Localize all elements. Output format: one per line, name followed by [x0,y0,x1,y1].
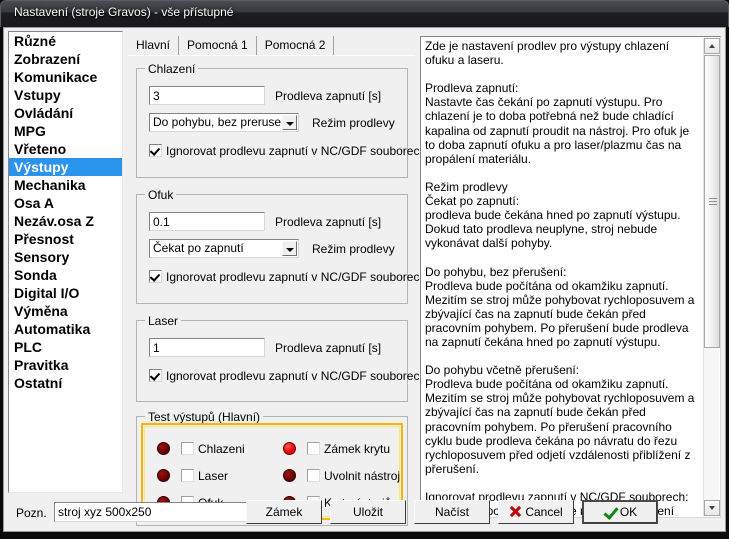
ofuk-mode-combo[interactable]: Čekat po zapnutí [149,239,299,258]
group-chlazeni-label: Chlazení [145,62,199,76]
tab-2[interactable]: Pomocná 2 [256,36,335,55]
close-icon [509,505,522,518]
led-indicator-left_items-1 [157,469,170,482]
ofuk-delay-label: Prodleva zapnutí [s] [275,215,382,229]
tab-1[interactable]: Pomocná 1 [179,36,257,55]
sidebar-item-19[interactable]: Ostatní [9,374,122,392]
pozn-input[interactable]: stroj xyz 500x250 [54,502,252,522]
tabstrip[interactable]: Hlavní Pomocná 1 Pomocná 2 [128,36,415,56]
ofuk-mode-label: Režim prodlevy [312,242,395,256]
zamek-button[interactable]: Zámek [246,500,322,524]
group-laser: Laser 1 Prodleva zapnutí [s] Ignorovat p… [136,314,426,402]
chlazeni-ignore-checkbox[interactable]: Ignorovat prodlevu zapnutí v NC/GDF soub… [149,144,426,158]
cancel-button-label: Cancel [525,505,563,519]
settings-window: Nastavení (stroje Gravos) - vše přístupn… [0,0,729,539]
help-scrollbar[interactable] [703,38,720,516]
ofuk-mode-value: Čekat po zapnutí [153,241,244,255]
laser-delay-label: Prodleva zapnutí [s] [275,341,382,355]
group-test-label: Test výstupů (Hlavní) [145,410,264,424]
group-chlazeni: Chlazení 3 Prodleva zapnutí [s] Do pohyb… [136,62,426,178]
tab-page-hlavni: Chlazení 3 Prodleva zapnutí [s] Do pohyb… [128,55,426,526]
test-checkbox-right_items-0[interactable]: Zámek krytu [307,442,390,456]
chevron-down-icon[interactable] [282,241,297,256]
sidebar-item-18[interactable]: Pravitka [9,356,122,374]
sidebar-item-11[interactable]: Přesnost [9,230,122,248]
sidebar-item-9[interactable]: Osa A [9,194,122,212]
ofuk-delay-input[interactable]: 0.1 [149,212,265,231]
test-checkbox-left_items-1[interactable]: Laser [181,469,228,483]
check-icon [603,505,617,518]
laser-delay-input[interactable]: 1 [149,338,265,357]
sidebar-item-10[interactable]: Nezáv.osa Z [9,212,122,230]
ofuk-ignore-checkbox[interactable]: Ignorovat prodlevu zapnutí v NC/GDF soub… [149,270,426,284]
sidebar-item-14[interactable]: Digital I/O [9,284,122,302]
sidebar-item-6[interactable]: Vřeteno [9,140,122,158]
sidebar-item-16[interactable]: Automatika [9,320,122,338]
ok-button[interactable]: OK [582,500,658,524]
help-text: Zde je nastavení prodlev pro výstupy chl… [425,39,695,515]
sidebar-item-7[interactable]: Výstupy [9,158,122,176]
scrollbar-thumb[interactable] [704,55,720,348]
ulozit-button-label: Uložit [352,505,383,519]
sidebar-item-2[interactable]: Komunikace [9,68,122,86]
chlazeni-mode-combo[interactable]: Do pohybu, bez prerusení [149,113,299,132]
help-text-panel: Zde je nastavení prodlev pro výstupy chl… [420,36,721,518]
sidebar-item-0[interactable]: Různé [9,32,122,50]
sidebar-item-5[interactable]: MPG [9,122,122,140]
window-client-area: Různé Zobrazení Komunikace Vstupy Ovládání MP… [3,27,726,532]
scroll-up-icon[interactable] [704,38,720,54]
led-indicator-right_items-0 [283,442,296,455]
chevron-down-icon[interactable] [282,115,297,130]
test-checkbox-right_items-1[interactable]: Uvolnit nástroj [307,469,400,483]
led-indicator-left_items-0 [157,442,170,455]
cancel-button[interactable]: Cancel [498,500,574,524]
bottom-toolbar: Pozn. stroj xyz 500x250 Zámek Uložit Nač… [8,497,723,529]
sidebar-item-4[interactable]: Ovládání [9,104,122,122]
window-titlebar: Nastavení (stroje Gravos) - vše přístupn… [0,0,729,27]
window-title: Nastavení (stroje Gravos) - vše přístupn… [14,5,234,19]
nacist-button-label: Načíst [434,505,469,519]
sidebar-item-13[interactable]: Sonda [9,266,122,284]
chlazeni-delay-input[interactable]: 3 [149,86,265,105]
group-ofuk-label: Ofuk [145,188,177,202]
pozn-label: Pozn. [16,506,47,520]
group-laser-label: Laser [145,314,182,328]
zamek-button-label: Zámek [265,505,303,519]
scrollbar-grip-icon [709,197,717,206]
sidebar-item-15[interactable]: Výměna [9,302,122,320]
chlazeni-delay-label: Prodleva zapnutí [s] [275,89,382,103]
nacist-button[interactable]: Načíst [414,500,490,524]
ok-button-label: OK [619,505,638,519]
group-ofuk: Ofuk 0.1 Prodleva zapnutí [s] Čekat po z… [136,188,426,304]
ulozit-button[interactable]: Uložit [330,500,406,524]
sidebar-item-1[interactable]: Zobrazení [9,50,122,68]
sidebar-item-3[interactable]: Vstupy [9,86,122,104]
sidebar-item-8[interactable]: Mechanika [9,176,122,194]
chlazeni-mode-value: Do pohybu, bez prerusení [153,115,292,129]
sidebar-item-12[interactable]: Sensory [9,248,122,266]
led-indicator-right_items-1 [283,469,296,482]
sidebar-item-17[interactable]: PLC [9,338,122,356]
laser-ignore-checkbox[interactable]: Ignorovat prodlevu zapnutí v NC/GDF soub… [149,369,426,383]
category-list[interactable]: Různé Zobrazení Komunikace Vstupy Ovládání MP… [8,31,123,493]
test-checkbox-left_items-0[interactable]: Chlazeni [181,442,245,456]
tab-0[interactable]: Hlavní [128,36,180,55]
chlazeni-mode-label: Režim prodlevy [312,116,395,130]
